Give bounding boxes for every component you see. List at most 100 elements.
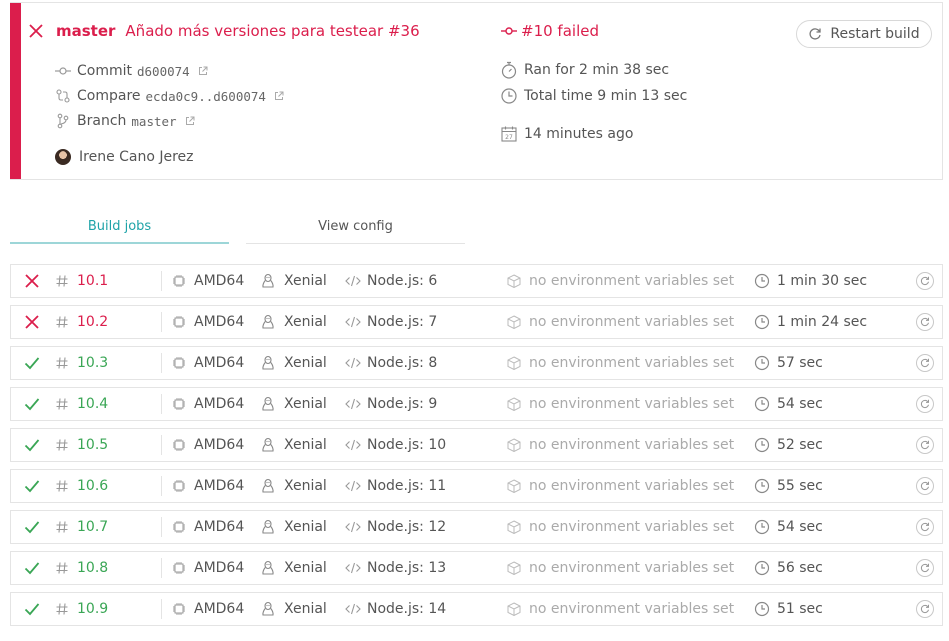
cpu-icon	[172, 274, 186, 288]
branch-name[interactable]: master	[56, 22, 115, 40]
clock-icon	[754, 478, 770, 494]
restart-build-button[interactable]: Restart build	[796, 20, 932, 48]
job-row[interactable]: 10.1 AMD64 Xenial Node.js: 6 no environm…	[10, 264, 943, 298]
job-number-text: 10.1	[77, 273, 109, 289]
job-arch: AMD64	[172, 306, 244, 338]
restart-job-button[interactable]	[916, 429, 934, 461]
cpu-icon	[172, 479, 186, 493]
passed-check-icon	[24, 437, 40, 453]
restart-job-button[interactable]	[916, 265, 934, 297]
restart-icon	[916, 600, 934, 618]
external-link-icon[interactable]	[185, 116, 195, 126]
job-row[interactable]: 10.6 AMD64 Xenial Node.js: 11 no environ…	[10, 469, 943, 503]
job-number[interactable]: 10.2	[55, 306, 108, 338]
job-language: Node.js: 14	[345, 593, 446, 625]
total-time-text: Total time 9 min 13 sec	[524, 88, 688, 104]
restart-job-button[interactable]	[916, 552, 934, 584]
job-row[interactable]: 10.3 AMD64 Xenial Node.js: 8 no environm…	[10, 346, 943, 380]
author-name: Irene Cano Jerez	[79, 149, 194, 165]
job-row[interactable]: 10.2 AMD64 Xenial Node.js: 7 no environm…	[10, 305, 943, 339]
job-status	[24, 470, 40, 502]
code-icon	[345, 562, 361, 574]
linux-icon	[261, 437, 275, 453]
passed-check-icon	[24, 519, 40, 535]
job-number[interactable]: 10.9	[55, 593, 108, 625]
job-number[interactable]: 10.8	[55, 552, 108, 584]
restart-job-button[interactable]	[916, 593, 934, 625]
clock-icon	[754, 437, 770, 453]
linux-icon	[261, 355, 275, 371]
job-number-text: 10.8	[77, 560, 109, 576]
job-os-text: Xenial	[284, 560, 327, 576]
restart-job-button[interactable]	[916, 511, 934, 543]
clock-icon	[754, 396, 770, 412]
job-env: no environment variables set	[507, 593, 734, 625]
job-number[interactable]: 10.5	[55, 429, 108, 461]
branch-value-link[interactable]: master	[131, 114, 176, 129]
restart-icon	[916, 272, 934, 290]
code-icon	[345, 275, 361, 287]
tab-view-config[interactable]: View config	[246, 210, 465, 244]
restart-icon	[916, 395, 934, 413]
clock-icon	[754, 314, 770, 330]
build-title: master Añado más versiones para testear …	[28, 22, 420, 40]
job-language-text: Node.js: 13	[367, 560, 447, 576]
job-number[interactable]: 10.6	[55, 470, 108, 502]
compare-icon	[55, 88, 71, 104]
job-os: Xenial	[261, 429, 327, 461]
commit-message[interactable]: Añado más versiones para testear #36	[125, 22, 419, 40]
job-number[interactable]: 10.1	[55, 265, 108, 297]
job-status	[24, 306, 40, 338]
clock-icon	[754, 560, 770, 576]
clock-icon	[500, 87, 518, 105]
job-row[interactable]: 10.9 AMD64 Xenial Node.js: 14 no environ…	[10, 592, 943, 626]
cpu-icon	[172, 315, 186, 329]
job-os-text: Xenial	[284, 437, 327, 453]
failed-x-icon	[24, 314, 40, 330]
job-os-text: Xenial	[284, 314, 327, 330]
hash-icon	[55, 315, 69, 329]
cube-icon	[507, 561, 521, 575]
build-status[interactable]: #10 failed	[501, 22, 599, 40]
job-row[interactable]: 10.4 AMD64 Xenial Node.js: 9 no environm…	[10, 387, 943, 421]
passed-check-icon	[24, 396, 40, 412]
finished-ago-text: 14 minutes ago	[524, 126, 634, 142]
job-row[interactable]: 10.8 AMD64 Xenial Node.js: 13 no environ…	[10, 551, 943, 585]
passed-check-icon	[24, 355, 40, 371]
compare-range-link[interactable]: ecda0c9..d600074	[146, 89, 266, 104]
job-duration: 52 sec	[754, 429, 823, 461]
job-env: no environment variables set	[507, 265, 734, 297]
job-language-text: Node.js: 14	[367, 601, 447, 617]
cube-icon	[507, 274, 521, 288]
commit-sha-link[interactable]: d600074	[137, 64, 190, 79]
job-language-text: Node.js: 6	[367, 273, 438, 289]
job-duration-text: 51 sec	[777, 601, 823, 617]
external-link-icon[interactable]	[198, 66, 208, 76]
job-os-text: Xenial	[284, 273, 327, 289]
job-row[interactable]: 10.7 AMD64 Xenial Node.js: 12 no environ…	[10, 510, 943, 544]
branch-icon	[55, 113, 71, 129]
job-language-text: Node.js: 9	[367, 396, 438, 412]
restart-job-button[interactable]	[916, 306, 934, 338]
job-number[interactable]: 10.3	[55, 347, 108, 379]
job-env-text: no environment variables set	[529, 560, 735, 576]
linux-icon	[261, 560, 275, 576]
cpu-icon	[172, 602, 186, 616]
job-row[interactable]: 10.5 AMD64 Xenial Node.js: 10 no environ…	[10, 428, 943, 462]
row-divider	[161, 517, 162, 537]
branch-label: Branch	[77, 113, 127, 129]
job-env: no environment variables set	[507, 306, 734, 338]
external-link-icon[interactable]	[274, 91, 284, 101]
restart-job-button[interactable]	[916, 347, 934, 379]
job-os: Xenial	[261, 552, 327, 584]
tab-build-jobs[interactable]: Build jobs	[10, 210, 229, 244]
job-env-text: no environment variables set	[529, 273, 735, 289]
job-number[interactable]: 10.4	[55, 388, 108, 420]
restart-job-button[interactable]	[916, 388, 934, 420]
job-number-text: 10.2	[77, 314, 109, 330]
build-summary-card: master Añado más versiones para testear …	[10, 2, 943, 180]
job-os: Xenial	[261, 388, 327, 420]
job-number[interactable]: 10.7	[55, 511, 108, 543]
restart-job-button[interactable]	[916, 470, 934, 502]
job-env-text: no environment variables set	[529, 478, 735, 494]
